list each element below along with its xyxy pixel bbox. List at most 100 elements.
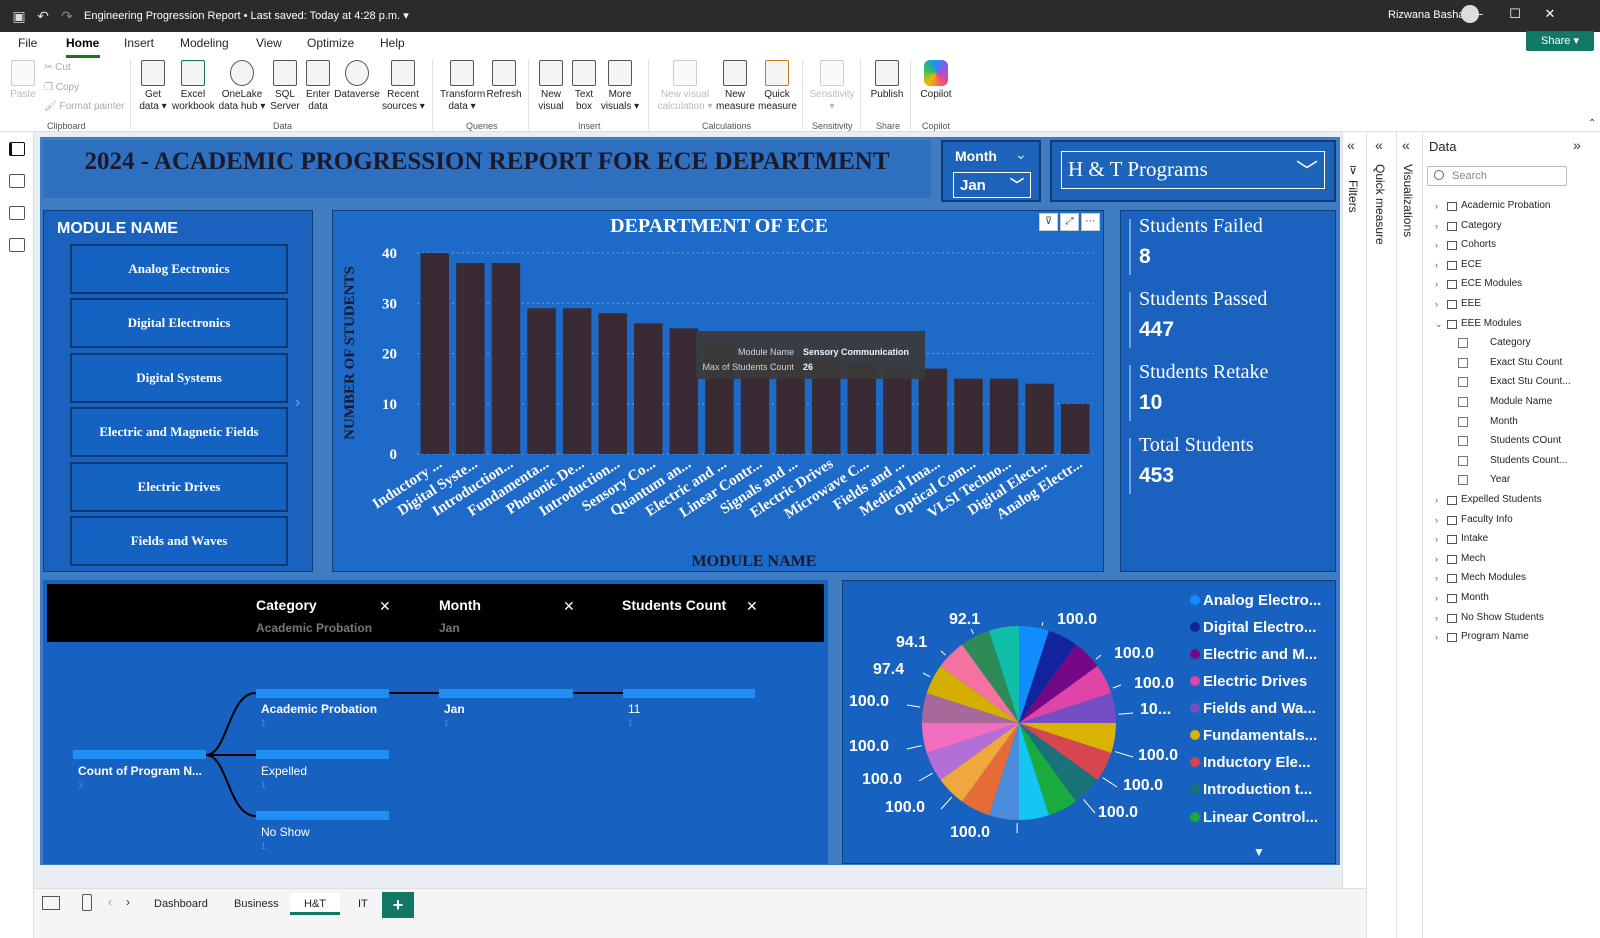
tab-business[interactable]: Business [220, 893, 293, 915]
decomp-bar[interactable] [256, 811, 389, 820]
add-page-button[interactable]: + [382, 892, 414, 918]
field-checkbox[interactable] [1458, 455, 1468, 466]
recent-sources-button[interactable]: Recent sources ▾ [382, 60, 425, 113]
menu-optimize[interactable]: Optimize [307, 36, 354, 50]
legend-item[interactable]: Electric and M... [1190, 646, 1317, 663]
bar[interactable] [420, 253, 450, 454]
document-title[interactable]: Engineering Progression Report • Last sa… [84, 9, 409, 22]
save-icon[interactable]: ▣ [10, 7, 28, 25]
chevron-right-icon[interactable]: › [1435, 221, 1438, 231]
data-table-item[interactable]: Cohorts [1461, 239, 1496, 250]
field-checkbox[interactable] [1458, 357, 1468, 368]
filters-pane-collapsed[interactable]: « ⊽ Filters [1342, 132, 1366, 910]
visualizations-pane-collapsed[interactable]: « Visualizations [1396, 132, 1422, 938]
program-dropdown[interactable]: H & T Programs ﹀ [1061, 151, 1325, 189]
decomp-bar[interactable] [623, 689, 755, 698]
chevron-right-icon[interactable]: › [1435, 534, 1438, 544]
new-visual-calculation-button[interactable]: New visual calculation ▾ [654, 60, 716, 113]
field-checkbox[interactable] [1458, 338, 1468, 349]
report-view-icon[interactable] [9, 142, 25, 156]
month-dropdown[interactable]: Jan ﹀ [953, 172, 1031, 198]
refresh-button[interactable]: Refresh [486, 60, 522, 101]
chevron-right-icon[interactable]: › [1435, 299, 1438, 309]
focus-mode-icon[interactable]: ⤢ [1060, 213, 1079, 231]
data-table-item[interactable]: Category [1461, 220, 1502, 231]
decomp-bar[interactable] [73, 750, 206, 759]
desktop-layout-icon[interactable] [42, 896, 60, 910]
bar[interactable] [1060, 403, 1090, 454]
enter-data-button[interactable]: Enter data [304, 60, 332, 113]
bar[interactable] [456, 263, 485, 454]
bar[interactable] [883, 368, 912, 454]
menu-view[interactable]: View [256, 36, 282, 50]
more-visuals-button[interactable]: More visuals ▾ [600, 60, 640, 113]
module-button[interactable]: Electric and Magnetic Fields [70, 407, 288, 457]
bar[interactable] [598, 313, 627, 454]
tab-it[interactable]: IT [344, 893, 382, 915]
get-data-button[interactable]: Get data ▾ [138, 60, 168, 113]
bar[interactable] [562, 308, 592, 454]
undo-icon[interactable]: ↶ [34, 7, 52, 25]
excel-workbook-button[interactable]: Excel workbook [172, 60, 215, 113]
legend-item[interactable]: Fields and Wa... [1190, 700, 1316, 717]
model-view-icon[interactable] [9, 206, 25, 220]
quick-measure-button[interactable]: Quick measure [758, 60, 797, 113]
legend-item[interactable]: Inductory Ele... [1190, 754, 1311, 771]
decomp-bar[interactable] [439, 689, 573, 698]
bar[interactable] [989, 378, 1019, 454]
cut-button[interactable]: ✂ Cut [44, 62, 71, 73]
decomp-bar[interactable] [256, 750, 389, 759]
legend-item[interactable]: Introduction t... [1190, 781, 1312, 798]
user-name[interactable]: Rizwana Basha [1388, 9, 1464, 21]
legend-item[interactable]: Digital Electro... [1190, 619, 1316, 636]
data-table-item[interactable]: Academic Probation [1461, 200, 1551, 211]
chevron-right-icon[interactable]: › [1435, 279, 1438, 289]
new-measure-button[interactable]: New measure [716, 60, 755, 113]
chevron-right-icon[interactable]: › [295, 394, 300, 412]
bar[interactable] [918, 368, 948, 454]
data-table-item[interactable]: Mech [1461, 553, 1485, 564]
menu-home[interactable]: Home [66, 36, 99, 50]
menu-file[interactable]: File [18, 36, 37, 50]
chevron-right-icon[interactable]: › [1435, 260, 1438, 270]
data-table-item[interactable]: EEE [1461, 298, 1481, 309]
bar[interactable] [1025, 383, 1054, 454]
chevron-right-icon[interactable]: › [1435, 593, 1438, 603]
chevron-right-icon[interactable]: › [1435, 573, 1438, 583]
field-checkbox[interactable] [1458, 416, 1468, 427]
chevron-right-icon[interactable]: › [1435, 240, 1438, 250]
new-visual-button[interactable]: New visual [536, 60, 566, 113]
data-table-item[interactable]: Expelled Students [1461, 494, 1542, 505]
chevron-down-icon[interactable]: ⌄ [1435, 319, 1443, 330]
data-table-item[interactable]: Intake [1461, 533, 1488, 544]
data-field-item[interactable]: Category [1490, 337, 1531, 348]
chevron-right-icon[interactable]: › [1435, 515, 1438, 525]
data-table-item[interactable]: Mech Modules [1461, 572, 1526, 583]
sensitivity-button[interactable]: Sensitivity ▾ [808, 60, 856, 113]
chevron-right-icon[interactable]: › [1435, 554, 1438, 564]
chevron-left-icon[interactable]: ‹ [108, 895, 112, 909]
quick-measure-pane-collapsed[interactable]: « Quick measure [1366, 132, 1396, 938]
filter-icon[interactable]: ⊽ [1039, 213, 1058, 231]
menu-modeling[interactable]: Modeling [180, 36, 229, 50]
chevron-right-icon[interactable]: › [1435, 495, 1438, 505]
mobile-layout-icon[interactable] [82, 894, 92, 911]
chevron-right-icon[interactable]: › [1435, 632, 1438, 642]
dax-query-icon[interactable] [9, 238, 25, 252]
data-field-item[interactable]: Module Name [1490, 396, 1552, 407]
dataverse-button[interactable]: Dataverse [334, 60, 380, 101]
expand-filters-icon[interactable]: « [1347, 137, 1355, 153]
share-button[interactable]: Share ▾ [1526, 31, 1594, 51]
copy-button[interactable]: ❐ Copy [44, 82, 79, 93]
data-field-item[interactable]: Students COunt [1490, 435, 1561, 446]
module-button[interactable]: Electric Drives [70, 462, 288, 512]
table-view-icon[interactable] [9, 174, 25, 188]
bar[interactable] [491, 263, 521, 454]
minimize-icon[interactable]: – [1469, 6, 1489, 24]
legend-item[interactable]: Analog Electro... [1190, 592, 1321, 609]
expand-quick-measure-icon[interactable]: « [1375, 137, 1383, 153]
paste-button[interactable]: Paste [8, 60, 38, 101]
publish-button[interactable]: Publish [868, 60, 906, 101]
module-button[interactable]: Fields and Waves [70, 516, 288, 566]
maximize-icon[interactable]: ☐ [1505, 6, 1525, 24]
